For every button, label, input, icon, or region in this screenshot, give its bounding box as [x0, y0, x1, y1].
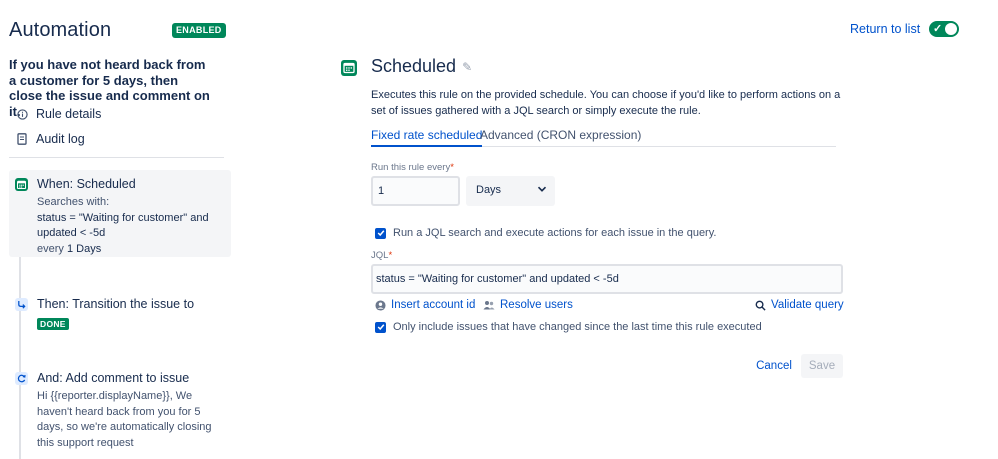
resolve-users-link[interactable]: Resolve users — [483, 299, 573, 311]
jql-label-text: JQL — [371, 250, 389, 261]
step-title: And: Add comment to issue — [37, 371, 190, 385]
step-query: status = "Waiting for customer" and upda… — [37, 211, 209, 240]
step-title: When: Scheduled — [37, 177, 136, 191]
tab-fixed-rate[interactable]: Fixed rate scheduled — [371, 128, 483, 147]
required-marker: * — [388, 250, 393, 261]
page-title: Automation — [9, 19, 112, 41]
jql-search-checkbox[interactable] — [375, 227, 386, 239]
status-badge: ENABLED — [172, 23, 226, 38]
step-title: Then: Transition the issue to — [37, 297, 195, 311]
edit-pencil-icon[interactable]: ✎ — [462, 60, 472, 74]
component-description: Executes this rule on the provided sched… — [371, 89, 841, 117]
document-icon — [16, 133, 28, 145]
frequency-prefix: every — [37, 242, 64, 255]
sidebar-divider — [9, 157, 224, 158]
rule-step-comment[interactable]: And: Add comment to issue Hi {{reporter.… — [9, 364, 231, 449]
required-marker: * — [450, 162, 454, 173]
interval-unit-select[interactable]: Days — [466, 176, 555, 206]
tab-cron-expression[interactable]: Advanced (CRON expression) — [480, 128, 641, 142]
insert-account-id-label: Insert account id — [391, 299, 476, 311]
rule-step-trigger[interactable]: When: Scheduled Searches with: status = … — [9, 170, 231, 257]
interval-number-input[interactable]: 1 — [371, 176, 460, 206]
component-title-text: Scheduled — [371, 56, 457, 76]
insert-account-id-link[interactable]: Insert account id — [374, 299, 475, 311]
changed-issues-checkbox-row[interactable]: Only include issues that have changed si… — [375, 321, 762, 333]
calendar-icon — [341, 60, 357, 76]
rule-details-link[interactable]: Rule details — [16, 107, 101, 121]
status-badge-done: DONE — [37, 318, 69, 330]
audit-log-label: Audit log — [36, 132, 85, 146]
calendar-icon — [15, 178, 28, 191]
chevron-down-icon — [537, 184, 547, 194]
resolve-users-label: Resolve users — [500, 299, 573, 311]
search-icon — [754, 299, 766, 311]
jql-search-checkbox-row[interactable]: Run a JQL search and execute actions for… — [375, 227, 716, 239]
schedule-tabs: Fixed rate scheduled Advanced (CRON expr… — [371, 126, 836, 147]
step-comment-body: Hi {{reporter.displayName}}, We haven't … — [37, 390, 212, 449]
frequency-value: 1 Days — [66, 242, 102, 255]
component-title: Scheduled ✎ — [371, 56, 472, 77]
step-summary: Searches with: status = "Waiting for cus… — [37, 195, 229, 257]
changed-issues-checkbox-label: Only include issues that have changed si… — [393, 321, 762, 333]
check-icon: ✓ — [933, 23, 943, 35]
jql-query-input[interactable]: status = "Waiting for customer" and upda… — [371, 264, 843, 294]
return-to-list-link[interactable]: Return to list — [850, 22, 920, 36]
info-icon — [16, 108, 28, 120]
jql-search-checkbox-label: Run a JQL search and execute actions for… — [393, 227, 717, 239]
comment-action-icon — [15, 372, 28, 385]
step-frequency: every 1 Days — [37, 242, 229, 258]
rule-step-transition[interactable]: Then: Transition the issue to DONE — [9, 290, 231, 330]
jql-field-label: JQL* — [371, 250, 392, 261]
save-button[interactable]: Save — [801, 354, 843, 378]
step-summary-line: Searches with: — [37, 196, 110, 208]
rule-details-label: Rule details — [36, 107, 102, 121]
interval-label-text: Run this rule every — [371, 162, 451, 173]
validate-query-label: Validate query — [771, 299, 844, 311]
validate-query-link[interactable]: Validate query — [754, 299, 844, 311]
changed-issues-checkbox[interactable] — [375, 321, 386, 333]
toggle-knob — [945, 23, 957, 35]
people-icon — [483, 299, 495, 311]
transition-icon — [15, 298, 28, 311]
user-icon — [374, 299, 386, 311]
interval-unit-value: Days — [476, 184, 502, 196]
cancel-button[interactable]: Cancel — [752, 354, 796, 378]
interval-field-label: Run this rule every* — [371, 162, 454, 173]
rule-enabled-toggle[interactable]: ✓ — [929, 21, 959, 37]
audit-log-link[interactable]: Audit log — [16, 132, 85, 146]
